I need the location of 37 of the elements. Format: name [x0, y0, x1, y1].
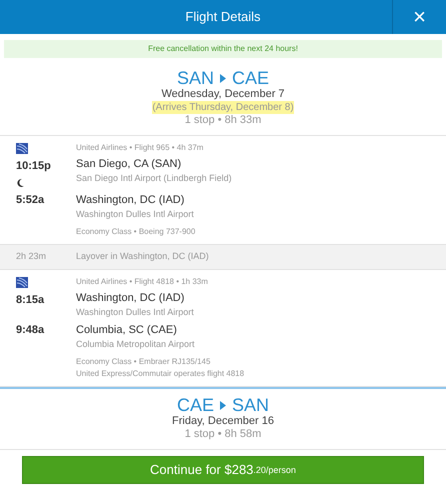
flight-note: United Express/Commutair operates flight 4818 — [76, 368, 246, 380]
airline-logo-icon — [16, 142, 28, 154]
trip-summary: 1 stop • 8h 58m — [184, 428, 262, 441]
airline-logo-icon — [16, 276, 28, 288]
triangle-icon — [220, 74, 226, 82]
departure-time: 8:15a — [16, 293, 46, 308]
layover-duration: 2h 23m — [16, 250, 48, 264]
layover-text: Layover in Washington, DC (IAD) — [76, 250, 210, 264]
close-button[interactable]: × — [392, 0, 446, 34]
window-title: Flight Details — [184, 8, 262, 26]
arrival-city: Washington, DC (IAD) — [76, 193, 186, 208]
departure-city: Washington, DC (IAD) — [76, 291, 186, 306]
flight-note: Economy Class • Boeing 737-900 — [76, 226, 196, 238]
arrival-airport: Washington Dulles Intl Airport — [76, 208, 195, 220]
triangle-icon — [220, 400, 226, 410]
departure-date: Wednesday, December 7 — [161, 88, 285, 101]
cancellation-banner: Free cancellation within the next 24 hours! — [4, 40, 442, 58]
flight-info: United Airlines • Flight 4818 • 1h 33m — [76, 276, 209, 288]
arrival-note: (Arrives Thursday, December 8) — [152, 101, 294, 114]
departure-city: San Diego, CA (SAN) — [76, 157, 182, 172]
destination-code: SAN — [232, 395, 270, 415]
destination-code: CAE — [232, 68, 270, 88]
trip-summary: 1 stop • 8h 33m — [184, 114, 262, 127]
flight-note: Economy Class • Embraer RJ135/145 — [76, 356, 212, 368]
continue-button[interactable]: Continue for $283.20/person — [22, 456, 424, 484]
arrival-time: 5:52a — [16, 193, 46, 208]
moon-icon — [16, 178, 26, 188]
flight-info: United Airlines • Flight 965 • 4h 37m — [76, 142, 204, 154]
origin-code: CAE — [176, 395, 214, 415]
arrival-time: 9:48a — [16, 323, 46, 338]
departure-time: 10:15p — [16, 159, 52, 174]
departure-airport: Washington Dulles Intl Airport — [76, 306, 195, 318]
departure-airport: San Diego Intl Airport (Lindbergh Field) — [76, 172, 233, 184]
departure-date: Friday, December 16 — [172, 415, 274, 428]
origin-code: SAN — [176, 68, 214, 88]
arrival-city: Columbia, SC (CAE) — [76, 323, 178, 338]
arrival-airport: Columbia Metropolitan Airport — [76, 338, 196, 350]
